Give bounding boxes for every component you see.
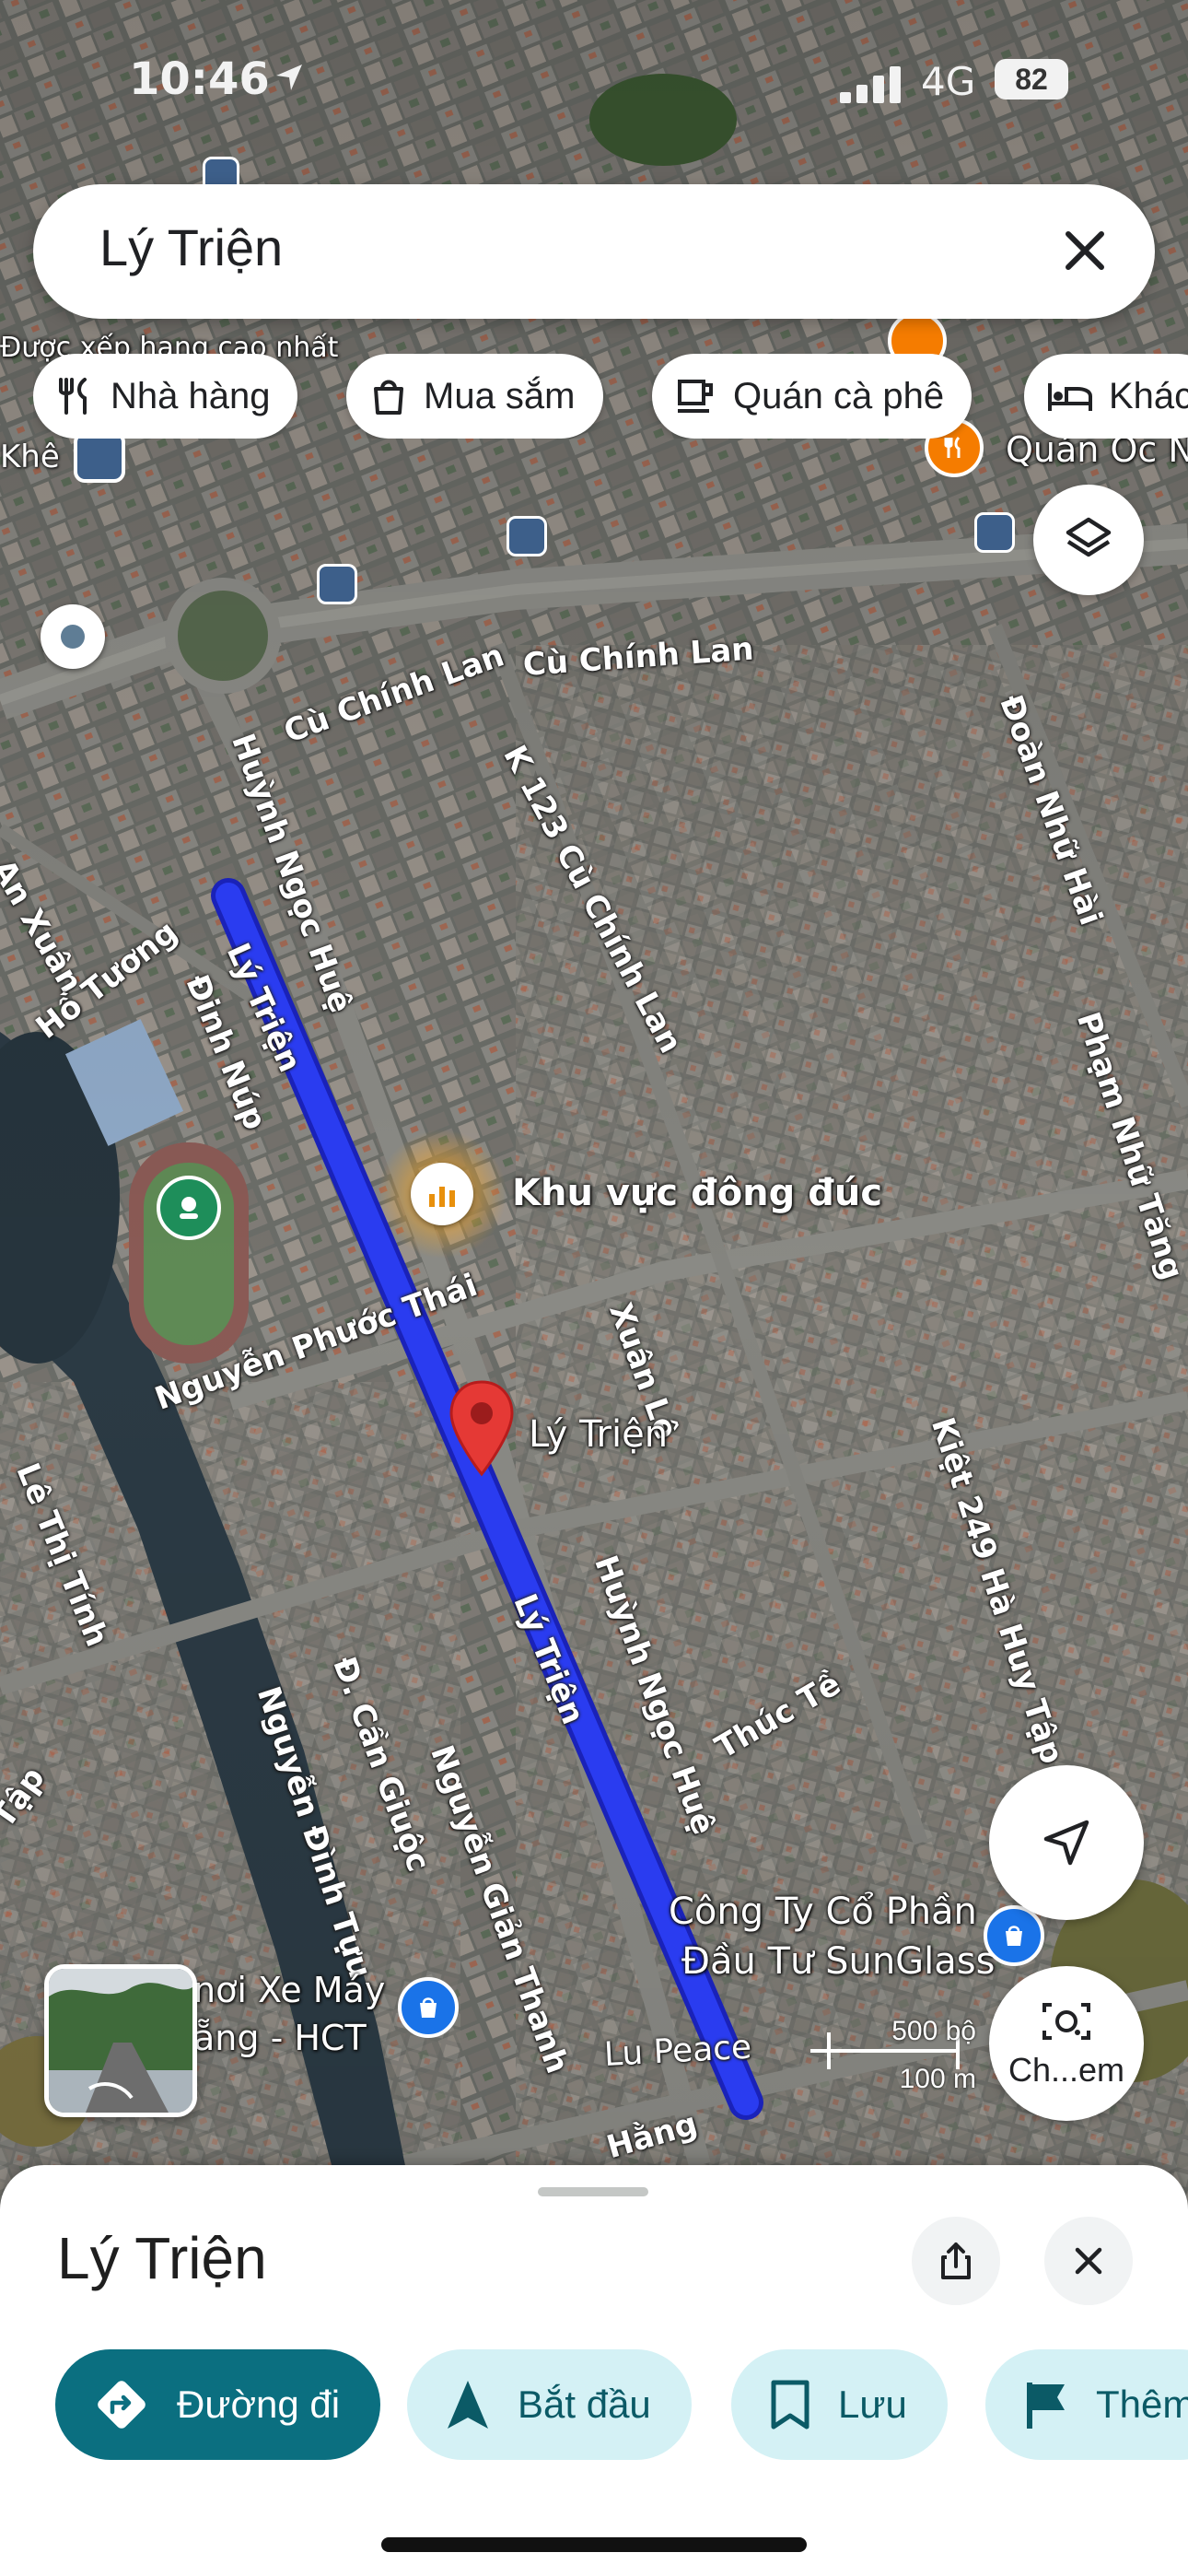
lens-label: Ch...em bbox=[1007, 2051, 1125, 2089]
location-dot-icon[interactable] bbox=[41, 604, 105, 669]
place-bottom-sheet[interactable]: Lý Triện Đường đi Bắt đầu Lưu Thêm bbox=[0, 2165, 1188, 2576]
chip-shopping[interactable]: Mua sắm bbox=[346, 354, 603, 439]
place-title: Lý Triện bbox=[57, 2225, 267, 2291]
more-label: Thêm bbox=[1096, 2383, 1188, 2426]
shopping-poi-icon[interactable] bbox=[984, 1905, 1044, 1966]
action-buttons: Đường đi Bắt đầu Lưu Thêm bbox=[55, 2349, 1188, 2460]
lens-button[interactable]: Ch...em bbox=[989, 1966, 1144, 2121]
status-bar: 10:46 4G 82 bbox=[0, 46, 1188, 120]
my-location-button[interactable] bbox=[989, 1765, 1144, 1920]
close-icon[interactable] bbox=[1052, 217, 1118, 284]
save-label: Lưu bbox=[838, 2383, 907, 2426]
crowded-area-icon[interactable] bbox=[411, 1163, 473, 1225]
bus-stop-icon[interactable] bbox=[974, 512, 1015, 553]
shopping-poi-icon[interactable] bbox=[398, 1977, 459, 2038]
hotel-icon bbox=[1048, 383, 1092, 411]
coffee-icon bbox=[678, 380, 713, 413]
chip-restaurants[interactable]: Nhà hàng bbox=[33, 354, 298, 439]
location-pin-icon[interactable] bbox=[448, 1378, 516, 1480]
navigation-arrow-icon bbox=[1043, 1820, 1089, 1866]
network-type: 4G bbox=[921, 59, 976, 104]
scale-imperial-label: 500 bộ bbox=[891, 2016, 976, 2046]
layers-icon bbox=[1066, 517, 1112, 557]
directions-label: Đường đi bbox=[177, 2383, 341, 2426]
road-label: Lu Peace bbox=[602, 2028, 753, 2074]
camera-lens-icon bbox=[1042, 2003, 1090, 2040]
search-bar[interactable]: Lý Triện bbox=[33, 184, 1155, 319]
home-indicator[interactable] bbox=[381, 2537, 807, 2552]
drag-handle[interactable] bbox=[538, 2187, 648, 2196]
poi-label-company-line1[interactable]: Công Ty Cổ Phần bbox=[669, 1891, 977, 1933]
stadium-poi-icon[interactable] bbox=[157, 1176, 221, 1240]
street-view-thumbnail[interactable] bbox=[44, 1964, 197, 2117]
road-label: Khê bbox=[0, 439, 60, 475]
location-services-icon bbox=[276, 64, 302, 90]
bus-stop-icon[interactable] bbox=[74, 431, 125, 483]
crowded-area-label[interactable]: Khu vực đông đúc bbox=[512, 1172, 882, 1214]
start-label: Bắt đầu bbox=[518, 2383, 651, 2426]
map-scale: 500 bộ 100 m bbox=[810, 2016, 976, 2099]
pin-label[interactable]: Lý Triện bbox=[529, 1413, 668, 1456]
close-icon bbox=[1075, 2247, 1102, 2275]
search-query[interactable]: Lý Triện bbox=[99, 217, 283, 277]
poi-label-company-line2[interactable]: Đầu Tư SunGlass bbox=[681, 1940, 995, 1983]
save-button[interactable]: Lưu bbox=[731, 2349, 948, 2460]
shopping-bag-icon bbox=[374, 380, 403, 415]
scale-metric-label: 100 m bbox=[899, 2064, 976, 2094]
chip-label: Nhà hàng bbox=[111, 375, 271, 416]
category-chips: Nhà hàng Mua sắm Quán cà phê Khác bbox=[33, 354, 1188, 439]
chip-hotels[interactable]: Khác bbox=[1024, 354, 1188, 439]
bookmark-icon bbox=[771, 2380, 809, 2430]
poi-label-motorbike-line1[interactable]: nơi Xe Máy bbox=[193, 1970, 385, 2010]
bus-stop-icon[interactable] bbox=[317, 564, 357, 604]
flag-icon bbox=[1027, 2383, 1065, 2429]
navigation-icon bbox=[448, 2381, 488, 2429]
bus-stop-icon[interactable] bbox=[507, 516, 547, 556]
layers-button[interactable] bbox=[1033, 485, 1144, 595]
directions-button[interactable]: Đường đi bbox=[55, 2349, 381, 2460]
share-button[interactable] bbox=[912, 2217, 1000, 2305]
restaurant-icon bbox=[59, 378, 87, 415]
poi-label-motorbike-line2[interactable]: ẵng - HCT bbox=[193, 2018, 367, 2058]
battery-icon: 82 bbox=[995, 59, 1068, 100]
street-view-image bbox=[49, 1969, 192, 2113]
directions-icon bbox=[98, 2381, 146, 2429]
chip-cafes[interactable]: Quán cà phê bbox=[652, 354, 973, 439]
more-button[interactable]: Thêm bbox=[985, 2349, 1188, 2460]
close-sheet-button[interactable] bbox=[1044, 2217, 1133, 2305]
cellular-signal-icon bbox=[840, 66, 901, 103]
chip-label: Mua sắm bbox=[424, 375, 576, 416]
chip-label: Quán cà phê bbox=[733, 375, 945, 416]
chip-label: Khác bbox=[1109, 375, 1188, 416]
status-time: 10:46 bbox=[129, 53, 270, 105]
start-button[interactable]: Bắt đầu bbox=[407, 2349, 692, 2460]
share-icon bbox=[941, 2242, 971, 2279]
